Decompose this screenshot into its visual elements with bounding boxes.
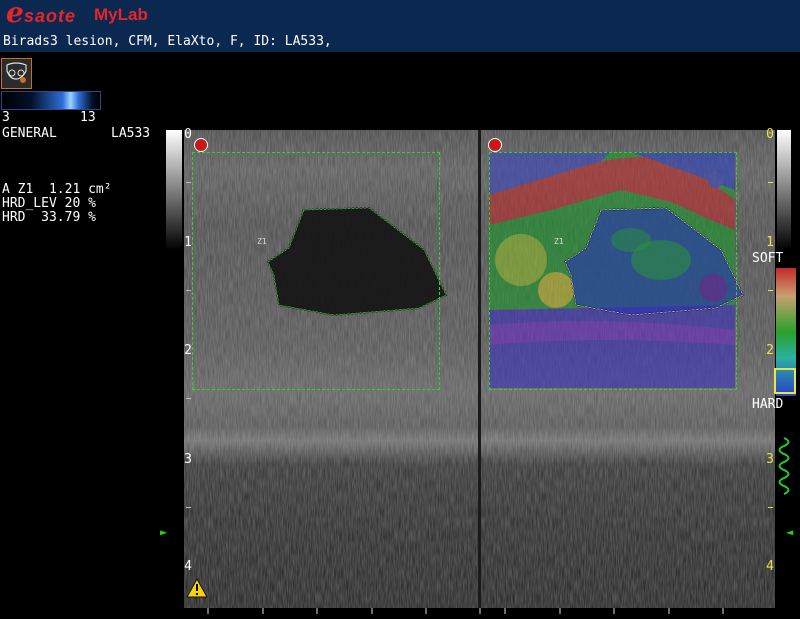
preset-name: GENERAL (2, 126, 57, 141)
depth-tick (186, 507, 191, 508)
measurement-row: HRD 33.79 % (2, 211, 112, 225)
measurement-value: 20 % (64, 196, 96, 211)
depth-tick (768, 507, 773, 508)
elasto-colorbar (1, 91, 101, 110)
measurement-label: A Z1 (2, 182, 34, 197)
warning-icon[interactable] (186, 577, 208, 602)
measurement-row: A Z1 1.21 cm² (2, 183, 112, 197)
measurement-row: HRD_LEV 20 % (2, 197, 112, 211)
soft-label: SOFT (752, 251, 784, 266)
depth-mark-right: 1 (766, 235, 774, 250)
preset-id: LA533 (111, 126, 151, 141)
focus-marker-icon[interactable]: ► (160, 526, 167, 538)
measurement-label: HRD_LEV (2, 196, 57, 211)
brand-name: saote (24, 6, 77, 26)
depth-mark-right: 4 (766, 559, 774, 574)
depth-mark-left: 1 (184, 235, 192, 250)
gray-scale-bar (166, 130, 182, 250)
lateral-ruler (184, 600, 774, 614)
depth-tick (186, 182, 191, 183)
breast-body-marker-icon[interactable] (1, 58, 32, 89)
hard-label: HARD (752, 397, 784, 412)
depth-mark-left: 3 (184, 452, 192, 467)
depth-mark-left: 4 (184, 559, 192, 574)
orientation-marker-icon (194, 138, 208, 152)
depth-mark-left: 2 (184, 343, 192, 358)
elasto-roi-left[interactable] (192, 152, 440, 390)
colorbar-max: 13 (80, 110, 96, 125)
measurement-list: A Z1 1.21 cm² HRD_LEV 20 % HRD 33.79 % (2, 183, 112, 225)
product-name: MyLab (94, 5, 148, 24)
bmode-image-left[interactable]: Z1 (184, 130, 478, 608)
measurement-value: 33.79 % (41, 210, 96, 225)
measurement-value: 1.21 cm² (48, 182, 112, 197)
lesion-label-right: Z1 (554, 237, 564, 246)
depth-tick (768, 290, 773, 291)
lesion-label-left: Z1 (257, 237, 267, 246)
depth-tick (186, 398, 191, 399)
green-wave-icon (773, 436, 795, 502)
depth-tick (186, 290, 191, 291)
depth-tick (768, 182, 773, 183)
colorbar-min: 3 (2, 110, 10, 125)
focus-marker-icon[interactable]: ◄ (786, 526, 793, 538)
hardness-level-indicator[interactable] (774, 368, 796, 394)
esaote-logo-icon: e (6, 0, 24, 29)
patient-info: Birads3 lesion, CFM, ElaXto, F, ID: LA53… (3, 34, 332, 49)
elasto-roi-right[interactable] (489, 152, 737, 390)
elasto-image-right[interactable]: Z1 (481, 130, 775, 608)
depth-mark-left: 0 (184, 127, 192, 142)
measurement-label: HRD (2, 210, 26, 225)
gray-scale-bar-right (777, 130, 791, 250)
orientation-marker-icon (488, 138, 502, 152)
depth-mark-right: 0 (766, 127, 774, 142)
